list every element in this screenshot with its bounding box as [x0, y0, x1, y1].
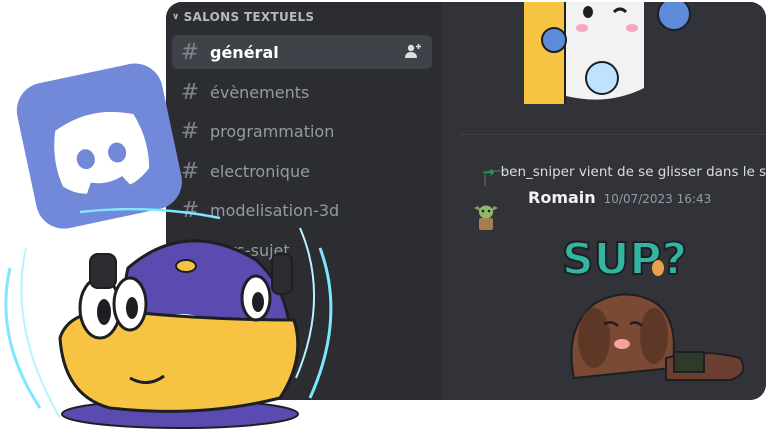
add-user-icon[interactable]	[404, 43, 422, 59]
robot-mascot	[4, 208, 333, 429]
join-notice: → ben_sniper vient de se glisser dans le…	[482, 163, 766, 181]
channel-evenements[interactable]: # évènements	[172, 75, 432, 109]
arrow-right-icon: →	[482, 163, 495, 181]
chat-area: → ben_sniper vient de se glisser dans le…	[442, 2, 766, 400]
channel-label: electronique	[210, 161, 310, 181]
chevron-down-icon: ∨	[172, 12, 180, 22]
timestamp: 10/07/2023 16:43	[603, 192, 712, 206]
author-name[interactable]: Romain	[528, 188, 596, 207]
previous-sticker-image	[524, 2, 691, 104]
sup-sticker-image: SUP?	[561, 233, 745, 381]
channel-electronique[interactable]: # electronique	[172, 154, 432, 188]
join-text: ben_sniper vient de se glisser dans le s…	[500, 164, 766, 180]
message-header: Romain 10/07/2023 16:43	[528, 188, 711, 207]
channel-programmation[interactable]: # programmation	[172, 114, 432, 148]
avatar[interactable]	[472, 198, 500, 234]
channel-general[interactable]: # général	[172, 35, 432, 69]
category-header[interactable]: ∨ SALONS TEXTUELS	[172, 10, 314, 24]
channel-label: programmation	[210, 121, 335, 141]
message-divider	[460, 134, 766, 135]
category-label: SALONS TEXTUELS	[183, 10, 315, 24]
channel-label: général	[210, 42, 279, 62]
channel-label: évènements	[210, 82, 310, 102]
sticker-text: SUP?	[562, 234, 687, 285]
